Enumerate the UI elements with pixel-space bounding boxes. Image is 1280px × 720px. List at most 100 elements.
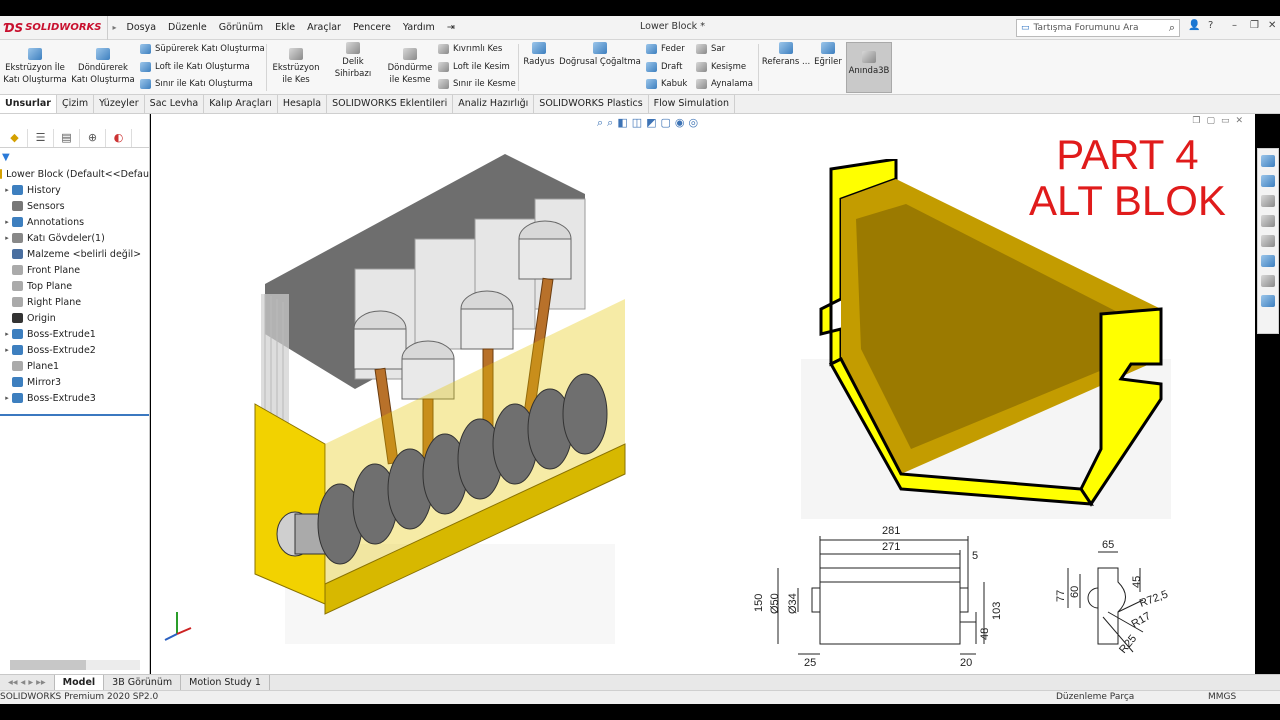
intersect-button[interactable]: Kesişme (696, 62, 746, 72)
tree-item[interactable]: Plane1 (0, 358, 149, 374)
custom-properties-icon[interactable] (1261, 275, 1275, 287)
menu-window[interactable]: Pencere (347, 22, 397, 33)
expand-arrow-icon[interactable]: ▸ (2, 186, 12, 194)
tab-plastics[interactable]: SOLIDWORKS Plastics (534, 95, 649, 113)
revolve-boss-button[interactable]: Döndürerek Katı Oluşturma (70, 40, 136, 86)
status-units[interactable]: MMGS (1208, 692, 1236, 702)
minimize-icon[interactable]: – (1232, 20, 1237, 31)
tab-motion-study[interactable]: Motion Study 1 (181, 674, 270, 691)
close-icon[interactable]: ✕ (1268, 20, 1276, 31)
expand-arrow-icon[interactable]: ▸ (2, 394, 12, 402)
home-icon[interactable] (1261, 175, 1275, 187)
loft-boss-button[interactable]: Loft ile Katı Oluşturma (140, 62, 250, 72)
search-input[interactable]: ▭ Tartışma Forumunu Ara ⌕ (1016, 19, 1180, 37)
dimxpert-tab-icon[interactable]: ⊕ (80, 128, 106, 147)
dim-77: 77 (1055, 590, 1067, 602)
status-mode: Düzenleme Parça (1056, 692, 1135, 702)
tab-sketch[interactable]: Çizim (57, 95, 95, 113)
nav-arrows-icon[interactable]: ◂◂ ◂ ▸ ▸▸ (0, 674, 55, 691)
user-icon[interactable]: 👤 (1188, 20, 1200, 31)
tree-item[interactable]: Malzeme <belirli değil> (0, 246, 149, 262)
tab-addins[interactable]: SOLIDWORKS Eklentileri (327, 95, 454, 113)
search-icon[interactable]: ⌕ (1169, 21, 1175, 35)
revolve-cut-button[interactable]: Döndürme ile Kesme (386, 40, 434, 86)
help-icon[interactable]: ? (1208, 20, 1213, 31)
tree-item[interactable]: Right Plane (0, 294, 149, 310)
tab-model[interactable]: Model (54, 674, 105, 691)
tree-item[interactable]: ▸ History (0, 182, 149, 198)
rib-button[interactable]: Feder (646, 44, 685, 54)
solidworks-resources-icon[interactable] (1261, 155, 1275, 167)
draft-button[interactable]: Draft (646, 62, 682, 72)
menu-file[interactable]: Dosya (121, 22, 163, 33)
tab-mold-tools[interactable]: Kalıp Araçları (204, 95, 278, 113)
tree-item[interactable]: Origin (0, 310, 149, 326)
restore-icon[interactable]: ❐ (1250, 20, 1259, 31)
expand-arrow-icon[interactable]: ▸ (2, 218, 12, 226)
tree-item[interactable]: Top Plane (0, 278, 149, 294)
tree-item[interactable]: ▸ Boss-Extrude2 (0, 342, 149, 358)
extrude-boss-button[interactable]: Ekstrüzyon İle Katı Oluşturma (2, 40, 68, 86)
tree-item[interactable]: Lower Block (Default<<Defau (0, 166, 149, 182)
menu-tools[interactable]: Araçlar (301, 22, 347, 33)
tree-horizontal-scrollbar[interactable] (10, 660, 140, 670)
reference-geometry-button[interactable]: Referans ... (760, 34, 812, 68)
tab-analysis-prep[interactable]: Analiz Hazırlığı (453, 95, 535, 113)
tree-item[interactable]: ▸ Boss-Extrude1 (0, 326, 149, 342)
menu-arrow-icon[interactable]: ▸ (112, 23, 116, 32)
tree-item[interactable]: Front Plane (0, 262, 149, 278)
expand-arrow-icon[interactable]: ▸ (2, 346, 12, 354)
loft-cut-button[interactable]: Loft ile Kesim (438, 62, 510, 72)
scrollbar-thumb[interactable] (10, 660, 86, 670)
design-library-icon[interactable] (1261, 195, 1275, 207)
menu-view[interactable]: Görünüm (213, 22, 269, 33)
fillet-button[interactable]: Radyus (520, 34, 558, 68)
menu-insert[interactable]: Ekle (269, 22, 301, 33)
extrude-cut-button[interactable]: Ekstrüzyon ile Kes (270, 40, 322, 86)
tree-item[interactable]: ▸ Katı Gövdeler(1) (0, 230, 149, 246)
boundary-cut-button[interactable]: Sınır ile Kesme (438, 79, 516, 89)
view-palette-icon[interactable] (1261, 235, 1275, 247)
configuration-manager-tab-icon[interactable]: ▤ (54, 128, 80, 147)
tree-item[interactable]: ▸ Boss-Extrude3 (0, 390, 149, 406)
filter-icon[interactable]: ▼ (0, 152, 149, 166)
menu-help[interactable]: Yardım (397, 22, 441, 33)
tree-item-label: Origin (27, 312, 56, 324)
hole-wizard-button[interactable]: Delik Sihirbazı (324, 34, 382, 80)
expand-arrow-icon[interactable]: ▸ (2, 234, 12, 242)
menu-edit[interactable]: Düzenle (162, 22, 213, 33)
material-icon (12, 249, 23, 259)
wrap-button[interactable]: Sar (696, 44, 725, 54)
linear-pattern-button[interactable]: Doğrusal Çoğaltma (558, 34, 642, 68)
sweep-boss-button[interactable]: Süpürerek Katı Oluşturma (140, 44, 265, 54)
feature-tree-tab-icon[interactable]: ◆ (2, 128, 28, 147)
tree-item[interactable]: ▸ Annotations (0, 214, 149, 230)
forum-icon[interactable] (1261, 295, 1275, 307)
display-manager-tab-icon[interactable]: ◐ (106, 128, 132, 147)
document-window-controls[interactable]: ❐▢▭✕ (1192, 116, 1249, 126)
instant3d-button[interactable]: Anında3B (846, 42, 892, 93)
file-explorer-icon[interactable] (1261, 215, 1275, 227)
solidworks-logo[interactable]: ƊS SOLIDWORKS (0, 15, 109, 40)
tree-item[interactable]: Sensors (0, 198, 149, 214)
property-manager-tab-icon[interactable]: ☰ (28, 128, 54, 147)
tree-item[interactable]: Mirror3 (0, 374, 149, 390)
heads-up-view-toolbar[interactable]: ⌕⌕◧◫◩▢◉◎ (597, 116, 702, 130)
tab-evaluate[interactable]: Hesapla (278, 95, 328, 113)
tab-flow-simulation[interactable]: Flow Simulation (649, 95, 735, 113)
mirror-button[interactable]: Aynalama (696, 79, 753, 89)
tab-sheet-metal[interactable]: Sac Levha (145, 95, 205, 113)
engine-assembly-render (254, 154, 626, 644)
pin-icon[interactable]: ⇥ (441, 22, 461, 33)
tab-features[interactable]: Unsurlar (0, 95, 57, 113)
shell-button[interactable]: Kabuk (646, 79, 687, 89)
graphics-area[interactable]: ⌕⌕◧◫◩▢◉◎ ❐▢▭✕ PART 4 ALT BLOK 281 271 5 … (151, 114, 1255, 674)
sweep-cut-button[interactable]: Kıvrımlı Kes (438, 44, 502, 54)
boundary-boss-button[interactable]: Sınır ile Katı Oluşturma (140, 79, 253, 89)
appearances-icon[interactable] (1261, 255, 1275, 267)
tab-surfaces[interactable]: Yüzeyler (94, 95, 145, 113)
curves-button[interactable]: Eğriler (812, 34, 844, 68)
rollback-bar[interactable] (0, 414, 149, 416)
tab-3d-view[interactable]: 3B Görünüm (104, 674, 182, 691)
expand-arrow-icon[interactable]: ▸ (2, 330, 12, 338)
